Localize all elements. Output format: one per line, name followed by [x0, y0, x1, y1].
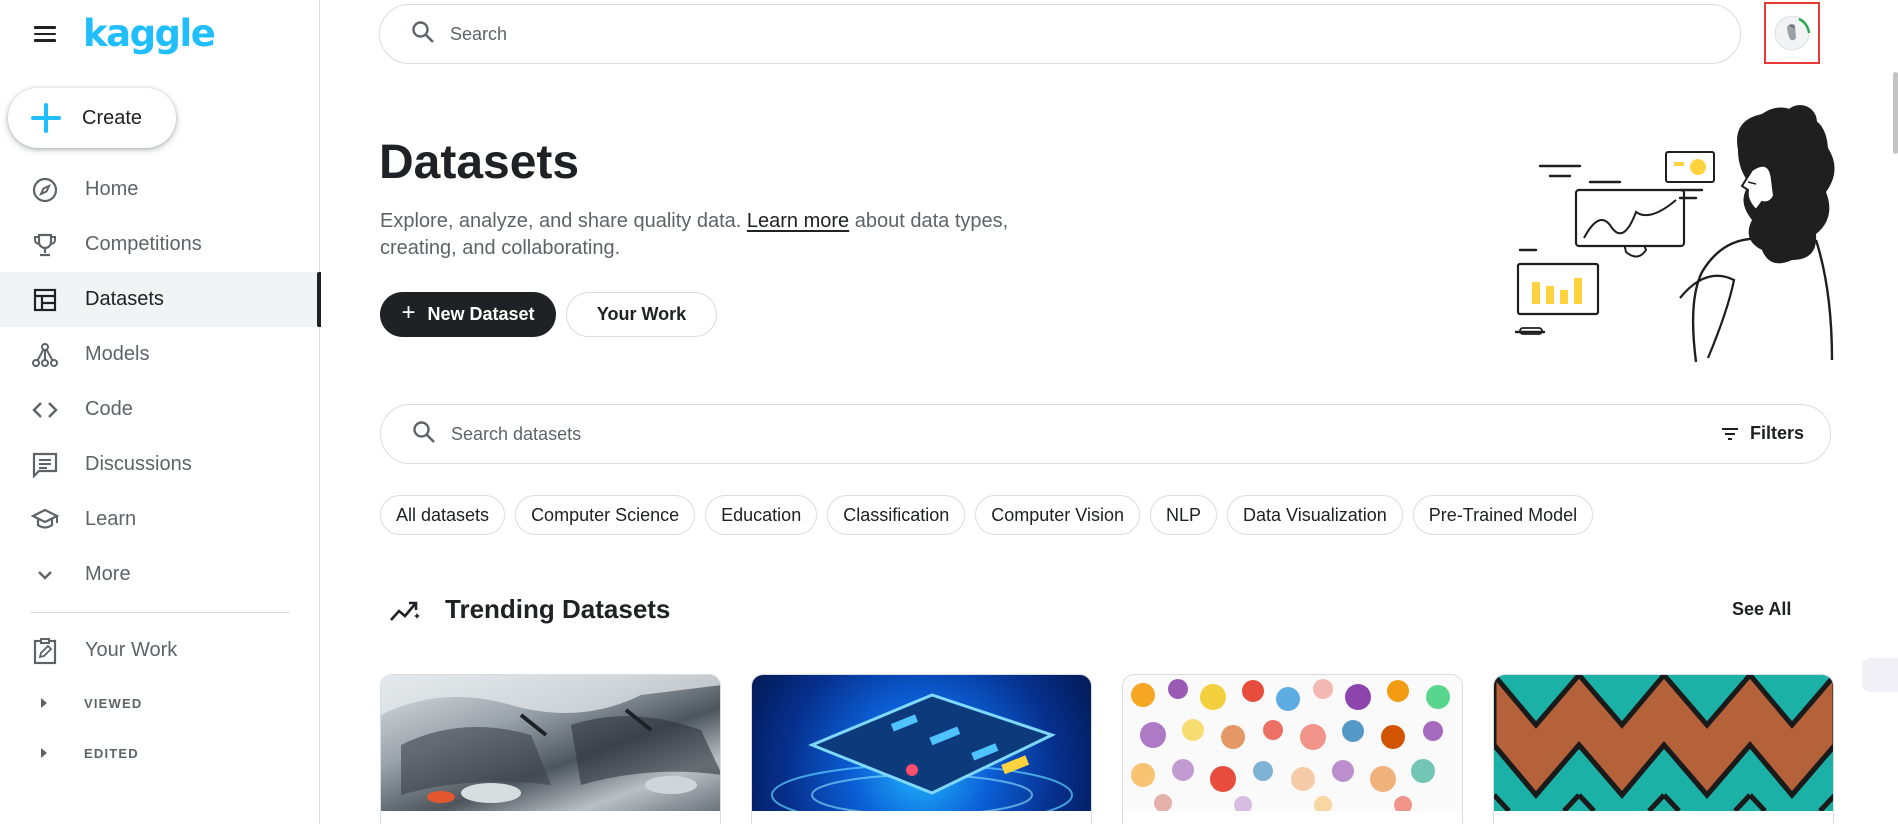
clipboard-edit-icon	[31, 637, 59, 665]
avatar	[1774, 15, 1811, 51]
feedback-side-tab[interactable]	[1862, 658, 1898, 692]
school-icon	[31, 506, 59, 534]
kaggle-logo[interactable]: kaggle	[83, 12, 216, 55]
your-work-button[interactable]: Your Work	[566, 292, 717, 337]
sidebar-viewed-label: VIEWED	[84, 695, 143, 711]
models-icon	[31, 341, 59, 369]
trophy-icon	[31, 231, 59, 259]
sidebar-item-competitions[interactable]: Competitions	[0, 217, 320, 272]
sidebar-item-label: Datasets	[85, 288, 164, 310]
chip-computer-vision[interactable]: Computer Vision	[975, 495, 1140, 535]
chip-all-datasets[interactable]: All datasets	[380, 495, 506, 535]
sidebar-divider	[30, 612, 290, 613]
learn-more-link[interactable]: Learn more	[747, 210, 849, 232]
user-avatar-button[interactable]	[1764, 2, 1820, 64]
filters-button[interactable]: Filters	[1720, 423, 1804, 444]
dataset-card[interactable]	[1122, 674, 1463, 824]
compass-icon	[31, 176, 59, 204]
chevron-down-icon	[31, 561, 59, 589]
see-all-link[interactable]: See All	[1732, 599, 1791, 620]
caret-right-icon	[41, 748, 47, 758]
your-work-label: Your Work	[596, 304, 687, 324]
dataset-thumbnail-chevron-pattern	[1494, 675, 1833, 811]
sidebar-item-label: Learn	[85, 508, 137, 530]
new-dataset-button[interactable]: + New Dataset	[380, 292, 556, 337]
new-dataset-label: New Dataset	[427, 304, 535, 324]
chip-data-visualization[interactable]: Data Visualization	[1227, 495, 1403, 535]
sidebar-item-more[interactable]: More	[0, 547, 320, 602]
search-icon	[410, 19, 436, 50]
hero-desc-text: Explore, analyze, and share quality data…	[380, 210, 747, 232]
sidebar-item-label: Discussions	[85, 453, 192, 475]
sidebar-item-label: Models	[85, 343, 150, 365]
hero-illustration	[1514, 105, 1835, 363]
chip-classification[interactable]: Classification	[827, 495, 966, 535]
menu-icon[interactable]	[30, 22, 60, 46]
filter-icon	[1721, 427, 1738, 440]
create-button-label: Create	[82, 106, 143, 129]
scrollbar-thumb[interactable]	[1893, 72, 1898, 154]
dataset-search-bar[interactable]: Filters	[380, 404, 1831, 464]
sidebar-item-your-work[interactable]: Your Work	[0, 623, 320, 678]
chip-nlp[interactable]: NLP	[1149, 495, 1217, 535]
chip-computer-science[interactable]: Computer Science	[515, 495, 696, 535]
sidebar-item-learn[interactable]: Learn	[0, 492, 320, 547]
sidebar-item-discussions[interactable]: Discussions	[0, 437, 320, 492]
dataset-search-input[interactable]	[451, 423, 1551, 445]
dataset-thumbnail-pokemon	[1123, 675, 1462, 811]
sidebar-item-datasets[interactable]: Datasets	[0, 272, 321, 327]
filters-label: Filters	[1749, 423, 1804, 443]
sidebar-item-label: Competitions	[85, 233, 202, 255]
trending-icon	[390, 601, 420, 621]
sidebar-item-label: More	[85, 563, 131, 585]
table-icon	[31, 286, 59, 314]
dataset-card[interactable]	[1493, 674, 1834, 824]
dataset-thumbnail-cars	[381, 675, 720, 811]
sidebar-item-home[interactable]: Home	[0, 162, 320, 217]
code-icon	[31, 396, 59, 424]
sidebar-item-label: Code	[85, 398, 133, 420]
dataset-thumbnail-phone	[752, 675, 1091, 811]
sidebar-item-models[interactable]: Models	[0, 327, 320, 382]
create-button[interactable]: Create	[8, 88, 176, 148]
sidebar-item-code[interactable]: Code	[0, 382, 320, 437]
hero-description: Explore, analyze, and share quality data…	[380, 208, 1020, 262]
sidebar: kaggle Create Home Competitions Datasets	[0, 0, 321, 824]
sidebar-edited-toggle[interactable]: EDITED	[0, 733, 320, 773]
plus-icon	[28, 100, 64, 136]
page-title: Datasets	[379, 136, 580, 189]
caret-right-icon	[41, 698, 47, 708]
search-icon	[411, 419, 437, 450]
sidebar-edited-label: EDITED	[84, 745, 139, 761]
chip-education[interactable]: Education	[705, 495, 818, 535]
sidebar-item-label: Your Work	[85, 639, 178, 661]
chip-pre-trained-model[interactable]: Pre-Trained Model	[1412, 495, 1594, 535]
trending-datasets-title: Trending Datasets	[445, 594, 671, 624]
global-search-bar[interactable]	[379, 4, 1741, 64]
category-chips: All datasets Computer Science Education …	[380, 495, 1594, 535]
dataset-card[interactable]	[380, 674, 721, 824]
sidebar-nav: Home Competitions Datasets Models Code D…	[0, 162, 321, 602]
discussion-icon	[31, 451, 59, 479]
sidebar-item-label: Home	[85, 178, 139, 200]
dataset-card[interactable]	[751, 674, 1092, 824]
sidebar-viewed-toggle[interactable]: VIEWED	[0, 683, 320, 723]
global-search-input[interactable]	[450, 23, 1350, 45]
plus-icon: +	[401, 299, 416, 326]
